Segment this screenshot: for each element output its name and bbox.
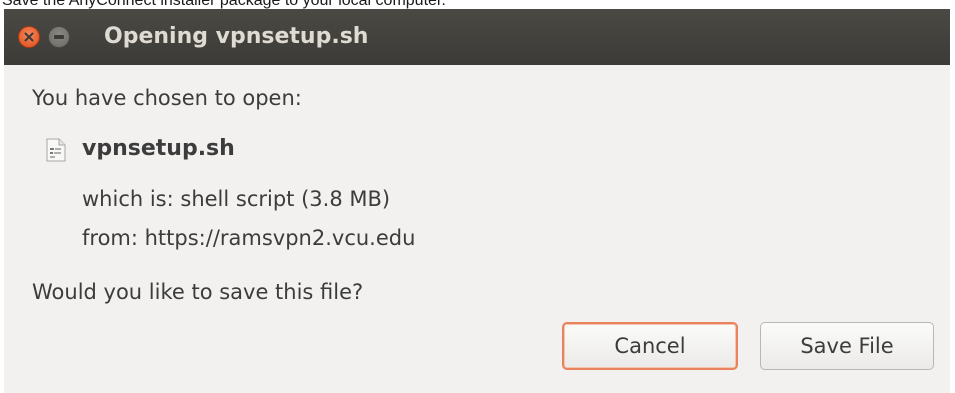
cancel-button[interactable]: Cancel: [562, 322, 738, 370]
file-icon: [46, 138, 66, 162]
save-question-text: Would you like to save this file?: [32, 280, 364, 304]
save-file-button[interactable]: Save File: [760, 322, 934, 370]
minimize-icon[interactable]: [48, 26, 70, 48]
file-name: vpnsetup.sh: [82, 136, 235, 161]
file-type-text: which is: shell script (3.8 MB): [82, 187, 391, 211]
file-source-text: from: https://ramsvpn2.vcu.edu: [82, 226, 416, 250]
dialog-titlebar[interactable]: Opening vpnsetup.sh: [4, 9, 950, 65]
dialog-title: Opening vpnsetup.sh: [104, 24, 369, 49]
dialog-window: Opening vpnsetup.sh You have chosen to o…: [4, 9, 950, 393]
close-icon[interactable]: [18, 26, 40, 48]
intro-text: You have chosen to open:: [32, 86, 302, 110]
